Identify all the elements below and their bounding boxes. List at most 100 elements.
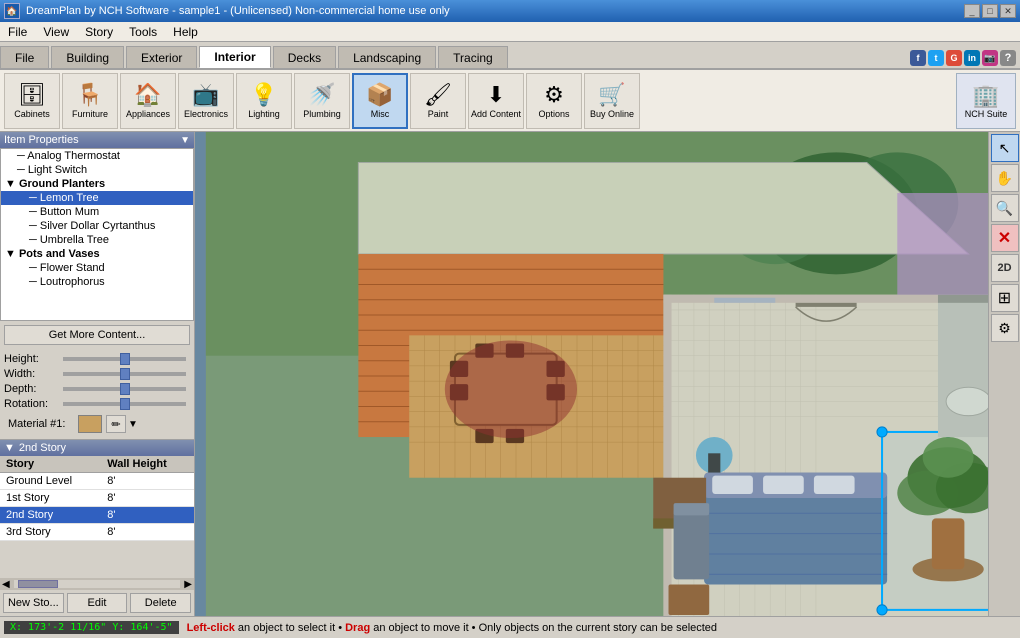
depth-slider[interactable] <box>63 387 186 391</box>
furniture-button[interactable]: 🪑 Furniture <box>62 73 118 129</box>
tab-tracing[interactable]: Tracing <box>438 46 508 68</box>
hand-tool-button[interactable]: ✋ <box>991 164 1019 192</box>
tree-expand-light: ─ <box>17 164 25 176</box>
tree-expand-pv: ▼ <box>5 248 19 260</box>
rotation-slider[interactable] <box>63 402 186 406</box>
electronics-label: Electronics <box>184 110 228 120</box>
twitter-icon[interactable]: t <box>928 50 944 66</box>
story-ground-height: 8' <box>101 473 194 490</box>
tree-item-loutrophorus[interactable]: ─ Loutrophorus <box>1 275 193 289</box>
tree-item-button-mum[interactable]: ─ Button Mum <box>1 205 193 219</box>
menu-help[interactable]: Help <box>165 23 206 41</box>
tab-file[interactable]: File <box>0 46 49 68</box>
width-slider[interactable] <box>63 372 186 376</box>
plumbing-button[interactable]: 🚿 Plumbing <box>294 73 350 129</box>
story-header[interactable]: ▼ 2nd Story <box>0 440 194 456</box>
delete-button[interactable]: ✕ <box>991 224 1019 252</box>
lighting-button[interactable]: 💡 Lighting <box>236 73 292 129</box>
cabinets-icon: 🗄 <box>18 82 46 108</box>
paint-button[interactable]: 🖌 Paint <box>410 73 466 129</box>
titlebar: 🏠 DreamPlan by NCH Software - sample1 - … <box>0 0 1020 22</box>
story-row-3rd[interactable]: 3rd Story 8' <box>0 524 194 541</box>
cabinets-button[interactable]: 🗄 Cabinets <box>4 73 60 129</box>
new-story-button[interactable]: New Sto... <box>3 593 64 613</box>
material-dropdown-button[interactable]: ▼ <box>128 419 138 430</box>
tree-item-analog-thermostat[interactable]: ─ Analog Thermostat <box>1 149 193 163</box>
menu-view[interactable]: View <box>35 23 77 41</box>
story-row-1st[interactable]: 1st Story 8' <box>0 490 194 507</box>
tree-item-lemon-tree[interactable]: ─ Lemon Tree <box>1 191 193 205</box>
tree-item-silver-dollar[interactable]: ─ Silver Dollar Cyrtanthus <box>1 219 193 233</box>
appliances-button[interactable]: 🏠 Appliances <box>120 73 176 129</box>
tab-exterior[interactable]: Exterior <box>126 46 197 68</box>
item-tree[interactable]: ─ Analog Thermostat ─ Light Switch ▼ Gro… <box>0 148 194 321</box>
menu-story[interactable]: Story <box>77 23 121 41</box>
electronics-button[interactable]: 📺 Electronics <box>178 73 234 129</box>
story-row-2nd[interactable]: 2nd Story 8' <box>0 507 194 524</box>
nch-suite-button[interactable]: 🏢 NCH Suite <box>956 73 1016 129</box>
material-edit-button[interactable]: ✏ <box>106 415 126 433</box>
buy-online-button[interactable]: 🛒 Buy Online <box>584 73 640 129</box>
height-row: Height: <box>4 353 190 365</box>
scroll-right-button[interactable]: ▶ <box>182 579 194 590</box>
minimize-button[interactable]: _ <box>964 4 980 18</box>
misc-button[interactable]: 📦 Misc <box>352 73 408 129</box>
electronics-icon: 📺 <box>192 82 219 108</box>
get-more-content-button[interactable]: Get More Content... <box>4 325 190 345</box>
buy-online-icon: 🛒 <box>598 82 625 108</box>
nch-suite-label: NCH Suite <box>965 109 1008 119</box>
item-properties-panel: Item Properties ▼ ─ Analog Thermostat ─ … <box>0 132 194 439</box>
tree-item-umbrella-tree[interactable]: ─ Umbrella Tree <box>1 233 193 247</box>
instagram-icon[interactable]: 📷 <box>982 50 998 66</box>
tree-expand-analog: ─ <box>17 150 25 162</box>
status-hint-text1: an object to select it • <box>238 622 345 634</box>
tree-item-ground-planters[interactable]: ▼ Ground Planters <box>1 177 193 191</box>
story-scrollbar[interactable]: ◀ ▶ <box>0 578 194 590</box>
tab-building[interactable]: Building <box>51 46 124 68</box>
help-icon[interactable]: ? <box>1000 50 1016 66</box>
menu-file[interactable]: File <box>0 23 35 41</box>
story-scroll-track[interactable] <box>14 580 181 588</box>
edit-story-button[interactable]: Edit <box>67 593 128 613</box>
maximize-button[interactable]: □ <box>982 4 998 18</box>
furniture-icon: 🪑 <box>76 82 103 108</box>
2d-view-button[interactable]: 2D <box>991 254 1019 282</box>
status-hint: Left-click an object to select it • Drag… <box>187 622 717 634</box>
zoom-button[interactable]: 🔍 <box>991 194 1019 222</box>
options-button[interactable]: ⚙ Options <box>526 73 582 129</box>
depth-thumb[interactable] <box>120 383 130 395</box>
settings-rt-button[interactable]: ⚙ <box>991 314 1019 342</box>
property-sliders: Height: Width: Depth: <box>0 349 194 439</box>
linkedin-icon[interactable]: in <box>964 50 980 66</box>
add-content-button[interactable]: ⬇ Add Content <box>468 73 524 129</box>
tab-interior[interactable]: Interior <box>199 46 270 68</box>
menu-tools[interactable]: Tools <box>121 23 165 41</box>
rotation-thumb[interactable] <box>120 398 130 410</box>
story-table-container[interactable]: Story Wall Height Ground Level 8' 1st St… <box>0 456 194 576</box>
height-slider[interactable] <box>63 357 186 361</box>
delete-story-button[interactable]: Delete <box>130 593 191 613</box>
tree-expand-lemon: ─ <box>29 192 37 204</box>
collapse-button[interactable]: ▼ <box>180 135 190 146</box>
height-thumb[interactable] <box>120 353 130 365</box>
scroll-left-button[interactable]: ◀ <box>0 579 12 590</box>
window-controls[interactable]: _ □ ✕ <box>964 4 1016 18</box>
lighting-label: Lighting <box>248 110 280 120</box>
tree-item-pots-vases[interactable]: ▼ Pots and Vases <box>1 247 193 261</box>
tree-item-light-switch[interactable]: ─ Light Switch <box>1 163 193 177</box>
story-scroll-thumb[interactable] <box>18 580 58 588</box>
tab-decks[interactable]: Decks <box>273 46 336 68</box>
close-button[interactable]: ✕ <box>1000 4 1016 18</box>
cursor-tool-button[interactable]: ↖ <box>991 134 1019 162</box>
layers-button[interactable]: ⊞ <box>991 284 1019 312</box>
3d-viewport[interactable]: ↖ ✋ 🔍 ✕ 2D ⊞ ⚙ <box>195 132 1020 616</box>
width-thumb[interactable] <box>120 368 130 380</box>
story-table: Story Wall Height Ground Level 8' 1st St… <box>0 456 194 541</box>
facebook-icon[interactable]: f <box>910 50 926 66</box>
tree-item-flower-stand[interactable]: ─ Flower Stand <box>1 261 193 275</box>
story-row-ground[interactable]: Ground Level 8' <box>0 473 194 490</box>
google-icon[interactable]: G <box>946 50 962 66</box>
material-swatch[interactable] <box>78 415 102 433</box>
tab-landscaping[interactable]: Landscaping <box>338 46 436 68</box>
social-icons-area: f t G in 📷 ? <box>910 50 1020 68</box>
